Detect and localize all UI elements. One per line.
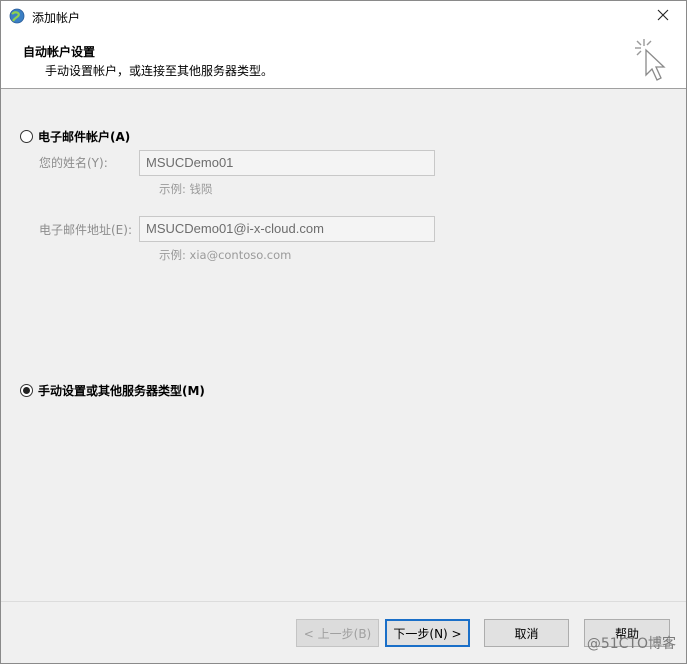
manual-setup-option[interactable]: 手动设置或其他服务器类型(M) [20,382,205,399]
page-subtitle: 手动设置帐户，或连接至其他服务器类型。 [45,64,274,78]
add-account-dialog: 添加帐户 自动帐户设置 手动设置帐户，或连接至其他服务器类型。 电子邮件帐户(A… [0,0,687,664]
email-account-option[interactable]: 电子邮件帐户(A) [20,128,130,145]
email-example: 示例: xia@contoso.com [159,248,292,262]
manual-setup-radio[interactable] [20,384,33,397]
content-area: 电子邮件帐户(A) 您的姓名(Y): MSUCDemo01 示例: 钱陨 电子邮… [1,90,686,600]
page-title: 自动帐户设置 [23,45,96,59]
watermark: @51CTO博客 [587,633,676,653]
name-label: 您的姓名(Y): [39,156,108,170]
email-field[interactable]: MSUCDemo01@i-x-cloud.com [139,216,435,242]
name-field[interactable]: MSUCDemo01 [139,150,435,176]
email-account-label: 电子邮件帐户(A) [38,130,131,144]
close-icon [657,9,669,24]
watermark-text: @51CTO博客 [586,636,676,652]
close-button[interactable] [640,1,686,31]
email-label: 电子邮件地址(E): [39,223,132,237]
window-title: 添加帐户 [32,11,81,25]
manual-setup-label: 手动设置或其他服务器类型(M) [38,384,205,398]
button-bar: < 上一步(B) 下一步(N) > 取消 帮助 [1,601,686,663]
title-bar: 添加帐户 [1,1,686,31]
header-band: 自动帐户设置 手动设置帐户，或连接至其他服务器类型。 [1,31,686,89]
name-example: 示例: 钱陨 [159,182,213,196]
outlook-globe-icon [9,8,25,24]
back-button[interactable]: < 上一步(B) [296,619,379,647]
cursor-click-icon [632,37,672,85]
cancel-button[interactable]: 取消 [484,619,569,647]
email-account-radio[interactable] [20,130,33,143]
next-button[interactable]: 下一步(N) > [385,619,470,647]
